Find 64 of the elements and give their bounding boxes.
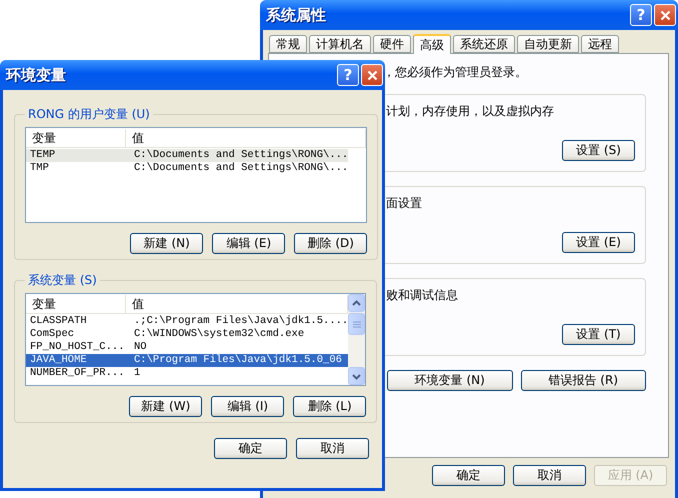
group-description: 面设置 (386, 195, 422, 212)
tab[interactable]: 硬件 (373, 35, 411, 53)
tab[interactable]: 计算机名 (309, 35, 371, 53)
close-icon (366, 70, 378, 80)
group-description: 计划，内存使用，以及虚拟内存 (386, 103, 554, 120)
variable-value: C:\Documents and Settings\RONG\... (133, 162, 348, 175)
variable-value: NO (133, 341, 148, 354)
window-title: 环境变量 (6, 66, 67, 84)
settings-button[interactable]: 设置 (T) (562, 324, 635, 345)
list-button[interactable]: 删除 (L) (293, 396, 366, 417)
variable-name: NUMBER_OF_PR... (29, 367, 126, 380)
variable-row[interactable]: TMP C:\Documents and Settings\RONG\... (26, 162, 348, 175)
variable-row[interactable]: CLASSPATH .;C:\Program Files\Java\jdk1.5.... (26, 315, 348, 328)
variable-row[interactable]: FP_NO_HOST_C... NO (26, 341, 348, 354)
variable-name: TMP (29, 162, 50, 175)
notice-text: ，您必须作为管理员登录。 (382, 64, 528, 80)
help-button[interactable]: ? (630, 4, 652, 26)
list-button[interactable]: 编辑 (E) (212, 233, 286, 254)
scrollbar[interactable] (348, 294, 366, 385)
chevron-down-icon (352, 372, 362, 380)
grip-icon (352, 320, 361, 328)
variable-row[interactable]: TEMP C:\Documents and Settings\RONG\... (26, 149, 348, 162)
settings-button[interactable]: 设置 (E) (562, 232, 635, 253)
variable-name: ComSpec (29, 328, 76, 341)
dialog-button[interactable]: 取消 (513, 465, 586, 486)
variable-value: C:\Program Files\Java\jdk1.5.0_06 (133, 354, 343, 367)
tab[interactable]: 高级 (413, 34, 451, 54)
dialog-button[interactable]: 取消 (296, 438, 369, 459)
panel-button[interactable]: 错误报告 (R) (520, 370, 646, 391)
settings-button[interactable]: 设置 (S) (562, 140, 635, 161)
scroll-up-button[interactable] (348, 294, 366, 312)
close-button[interactable] (361, 64, 383, 86)
help-button[interactable]: ? (337, 64, 359, 86)
list-button[interactable]: 新建 (N) (130, 233, 204, 254)
tab[interactable]: 系统还原 (453, 35, 515, 53)
tab[interactable]: 常规 (269, 35, 307, 53)
dialog-button[interactable]: 确定 (432, 465, 505, 486)
variable-value: C:\WINDOWS\system32\cmd.exe (133, 328, 306, 341)
group-label: RONG 的用户变量 (U) (27, 106, 151, 123)
list-button[interactable]: 编辑 (I) (211, 396, 284, 417)
variable-value: C:\Documents and Settings\RONG\... (133, 149, 348, 162)
window-title: 系统属性 (266, 6, 327, 24)
variable-name: CLASSPATH (29, 315, 88, 328)
variable-value: .;C:\Program Files\Java\jdk1.5.... (133, 315, 348, 328)
group-description: 败和调试信息 (386, 287, 458, 304)
variable-name: FP_NO_HOST_C... (29, 341, 126, 354)
tab[interactable]: 自动更新 (517, 35, 579, 53)
variable-value: 1 (133, 367, 142, 380)
panel-button[interactable]: 环境变量 (N) (387, 370, 512, 391)
variable-name: JAVA_HOME (29, 354, 88, 367)
variable-row[interactable]: JAVA_HOME C:\Program Files\Java\jdk1.5.0_06 (26, 354, 348, 367)
scroll-thumb[interactable] (348, 313, 366, 335)
list-button[interactable]: 新建 (W) (129, 396, 202, 417)
close-button[interactable] (654, 4, 676, 26)
close-icon (660, 10, 670, 20)
tab[interactable]: 远程 (581, 35, 619, 53)
group-label: 系统变量 (S) (27, 272, 98, 289)
list-button[interactable]: 删除 (D) (294, 233, 368, 254)
variable-name: TEMP (29, 149, 56, 162)
variable-row[interactable]: NUMBER_OF_PR... 1 (26, 367, 348, 380)
chevron-up-icon (352, 298, 362, 308)
scroll-down-button[interactable] (348, 367, 366, 385)
variable-row[interactable]: ComSpec C:\WINDOWS\system32\cmd.exe (26, 328, 348, 341)
dialog-button[interactable]: 确定 (214, 438, 287, 459)
